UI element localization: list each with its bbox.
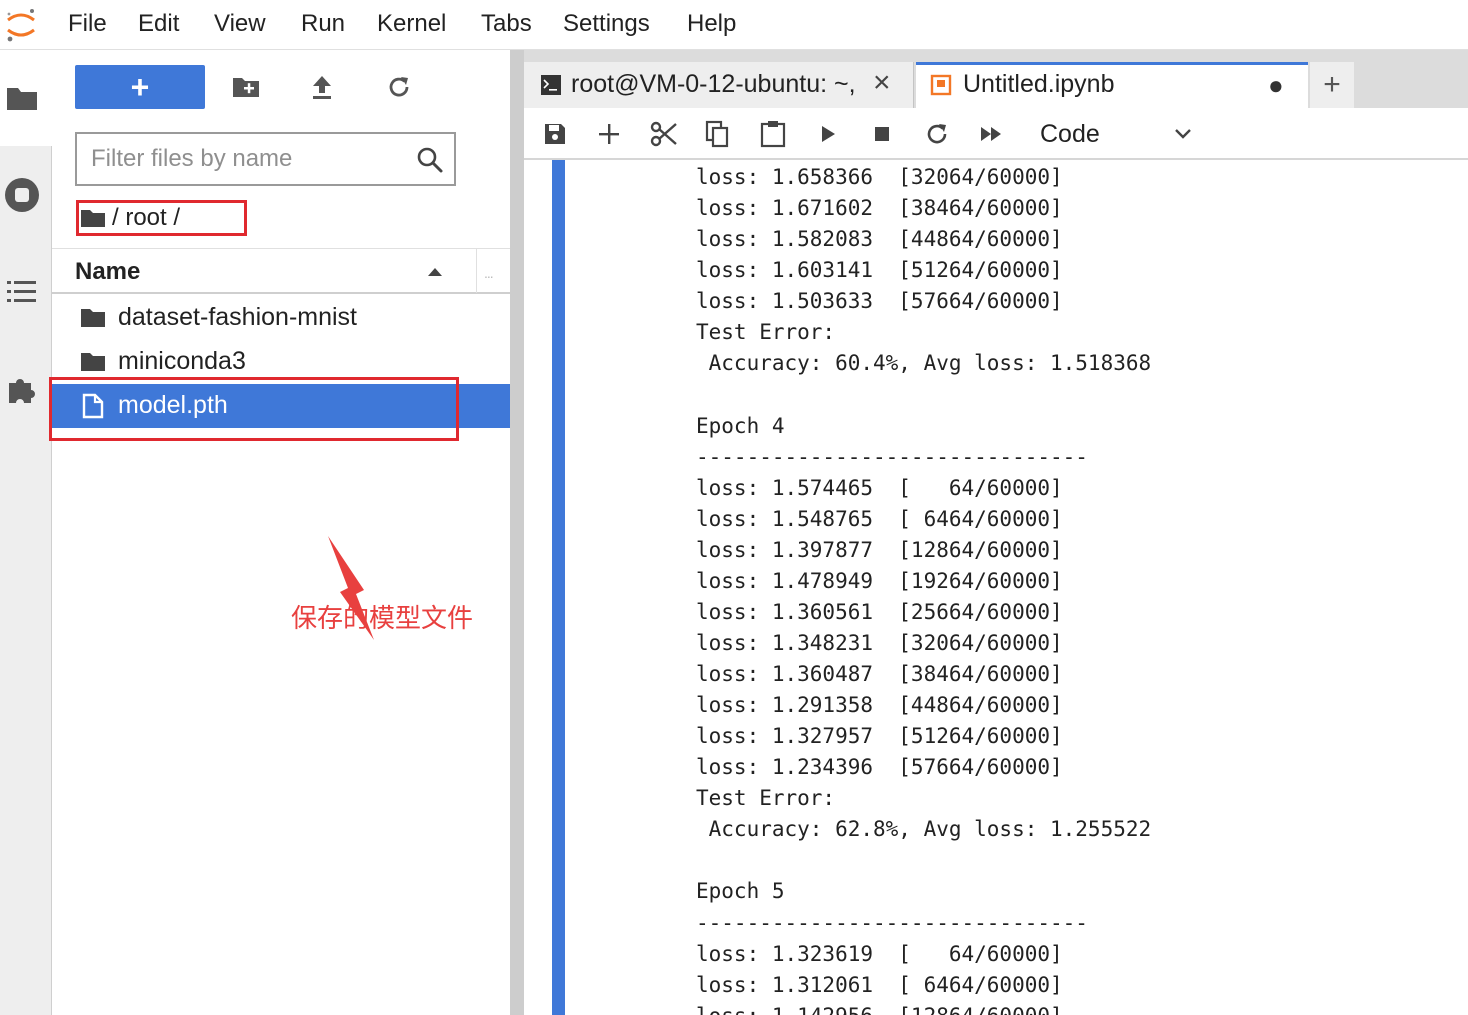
chevron-down-icon bbox=[1175, 129, 1191, 139]
insert-cell-icon[interactable] bbox=[592, 117, 626, 151]
file-browser: + / root / Name ... dataset-fashion-mnis… bbox=[49, 50, 510, 1015]
menu-view[interactable]: View bbox=[214, 10, 266, 38]
panel-splitter[interactable] bbox=[510, 50, 524, 1015]
file-list-header: Name ... bbox=[52, 248, 510, 294]
menu-tabs[interactable]: Tabs bbox=[481, 10, 532, 38]
output-line: loss: 1.671602 [38464/60000] bbox=[696, 196, 1063, 221]
output-line: loss: 1.582083 [44864/60000] bbox=[696, 227, 1063, 252]
output-line: loss: 1.478949 [19264/60000] bbox=[696, 568, 1063, 593]
unsaved-dot-icon[interactable]: ● bbox=[1268, 70, 1284, 101]
breadcrumb-highlight-box bbox=[76, 200, 247, 236]
active-cell-indicator[interactable] bbox=[552, 160, 565, 1015]
output-line: Test Error: bbox=[696, 320, 836, 345]
tab-terminal[interactable]: root@VM-0-12-ubuntu: ~, × bbox=[524, 62, 914, 108]
filter-files-input[interactable] bbox=[91, 144, 411, 174]
extension-puzzle-icon[interactable] bbox=[0, 368, 44, 408]
new-folder-icon[interactable] bbox=[229, 70, 263, 104]
output-line: Test Error: bbox=[696, 786, 836, 811]
folder-icon bbox=[81, 309, 105, 327]
menu-help[interactable]: Help bbox=[687, 10, 736, 38]
menu-file[interactable]: File bbox=[68, 10, 107, 38]
column-more-label[interactable]: ... bbox=[484, 265, 494, 281]
cut-icon[interactable] bbox=[647, 117, 681, 151]
folder-icon bbox=[81, 353, 105, 371]
notebook-panel: loss: 1.658366 [32064/60000] loss: 1.6716… bbox=[524, 160, 1468, 1015]
output-line: loss: 1.234396 [57664/60000] bbox=[696, 755, 1063, 780]
add-tab-label: + bbox=[1323, 68, 1341, 101]
cell-output: loss: 1.658366 [32064/60000] loss: 1.6716… bbox=[696, 162, 1151, 1015]
tab-terminal-label: root@VM-0-12-ubuntu: ~, bbox=[571, 70, 856, 98]
jupyter-logo-icon bbox=[7, 9, 35, 42]
output-line: loss: 1.327957 [51264/60000] bbox=[696, 724, 1063, 749]
restart-run-all-icon[interactable] bbox=[975, 117, 1009, 151]
menu-run[interactable]: Run bbox=[301, 10, 345, 38]
output-line: loss: 1.291358 [44864/60000] bbox=[696, 693, 1063, 718]
output-line: Epoch 4 bbox=[696, 413, 785, 438]
notebook-icon bbox=[930, 74, 952, 96]
menu-edit[interactable]: Edit bbox=[138, 10, 179, 38]
cell-type-label: Code bbox=[1040, 120, 1100, 148]
cell-type-dropdown[interactable]: Code bbox=[1040, 116, 1210, 152]
stop-kernel-icon[interactable] bbox=[865, 117, 899, 151]
output-line: loss: 1.323619 [ 64/60000] bbox=[696, 941, 1063, 966]
upload-icon[interactable] bbox=[305, 70, 339, 104]
menu-settings[interactable]: Settings bbox=[563, 10, 650, 38]
folder-icon[interactable] bbox=[0, 78, 44, 118]
new-launcher-button[interactable]: + bbox=[75, 65, 205, 109]
output-line: loss: 1.548765 [ 6464/60000] bbox=[696, 506, 1063, 531]
output-line: loss: 1.397877 [12864/60000] bbox=[696, 537, 1063, 562]
close-icon[interactable]: × bbox=[873, 66, 891, 100]
output-line: loss: 1.312061 [ 6464/60000] bbox=[696, 972, 1063, 997]
column-divider bbox=[476, 249, 477, 293]
terminal-icon bbox=[541, 75, 561, 95]
output-line: loss: 1.360487 [38464/60000] bbox=[696, 662, 1063, 686]
refresh-icon[interactable] bbox=[382, 70, 416, 104]
output-line: ------------------------------- bbox=[696, 444, 1088, 469]
save-icon[interactable] bbox=[538, 117, 572, 151]
tab-notebook[interactable]: Untitled.ipynb ● bbox=[916, 62, 1308, 108]
restart-kernel-icon[interactable] bbox=[920, 117, 954, 151]
file-name: dataset-fashion-mnist bbox=[118, 303, 358, 331]
search-icon[interactable] bbox=[416, 146, 444, 174]
output-line: Accuracy: 62.8%, Avg loss: 1.255522 bbox=[696, 817, 1152, 842]
menu-bar: File Edit View Run Kernel Tabs Settings … bbox=[0, 0, 1468, 50]
filter-files-box bbox=[75, 132, 456, 186]
output-line: loss: 1.360561 [25664/60000] bbox=[696, 599, 1063, 624]
annotation-label: 保存的模型文件 bbox=[291, 604, 474, 634]
column-name-header[interactable]: Name bbox=[75, 258, 140, 286]
file-highlight-box bbox=[49, 377, 459, 441]
tab-notebook-label: Untitled.ipynb bbox=[963, 70, 1115, 98]
run-cell-icon[interactable] bbox=[811, 117, 845, 151]
notebook-toolbar: Code bbox=[524, 108, 1468, 160]
output-line: Accuracy: 60.4%, Avg loss: 1.518368 bbox=[696, 351, 1152, 376]
sort-ascending-icon[interactable] bbox=[428, 268, 442, 276]
running-stop-icon[interactable] bbox=[0, 175, 44, 215]
output-line: ------------------------------- bbox=[696, 910, 1088, 935]
output-line: loss: 1.603141 [51264/60000] bbox=[696, 258, 1063, 283]
output-line: loss: 1.348231 [32064/60000] bbox=[696, 630, 1063, 655]
new-launcher-label: + bbox=[130, 69, 150, 105]
output-line: loss: 1.574465 [ 64/60000] bbox=[696, 475, 1063, 500]
activity-bar bbox=[0, 50, 52, 1015]
menu-kernel[interactable]: Kernel bbox=[377, 10, 446, 38]
table-of-contents-icon[interactable] bbox=[0, 272, 44, 312]
file-row-dataset-fashion-mnist[interactable]: dataset-fashion-mnist bbox=[52, 296, 510, 340]
output-line: loss: 1.658366 [32064/60000] bbox=[696, 165, 1063, 189]
output-line: loss: 1.503633 [57664/60000] bbox=[696, 289, 1063, 314]
copy-icon[interactable] bbox=[701, 117, 735, 151]
paste-icon[interactable] bbox=[756, 117, 790, 151]
output-line: loss: 1.142956 [12864/60000] bbox=[696, 1001, 1151, 1015]
output-line: Epoch 5 bbox=[696, 879, 785, 904]
add-tab-button[interactable]: + bbox=[1310, 62, 1354, 108]
tab-bar: root@VM-0-12-ubuntu: ~, × Untitled.ipynb… bbox=[524, 50, 1468, 108]
file-name: miniconda3 bbox=[118, 347, 246, 375]
